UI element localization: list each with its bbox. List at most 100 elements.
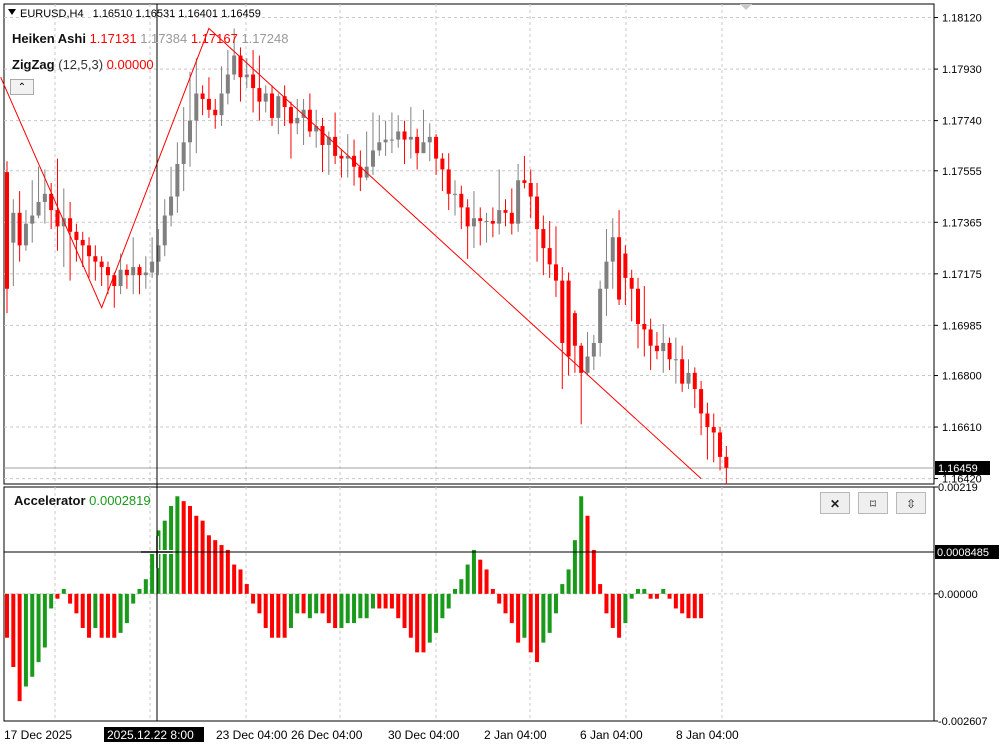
price-tick-label: 1.17930 bbox=[942, 64, 982, 76]
candle-body bbox=[516, 180, 521, 224]
candle-body bbox=[370, 150, 375, 167]
candle-body bbox=[389, 139, 394, 141]
accel-bar bbox=[326, 593, 331, 624]
accel-bar bbox=[389, 593, 394, 609]
accel-bar bbox=[137, 588, 142, 594]
ohlc-values: 1.16510 1.16531 1.16401 1.16459 bbox=[92, 8, 261, 20]
accel-bar bbox=[585, 515, 590, 594]
candle-body bbox=[427, 136, 432, 143]
accel-bar bbox=[175, 496, 180, 594]
candle-body bbox=[421, 142, 426, 154]
accel-bar bbox=[352, 593, 357, 624]
zigzag-legend[interactable]: ZigZag (12,5,3) 0.00000 bbox=[12, 57, 154, 72]
accel-bar bbox=[654, 593, 659, 599]
candle-body bbox=[339, 155, 344, 159]
candle-body bbox=[673, 359, 678, 361]
price-tick-label: 1.17365 bbox=[942, 217, 982, 229]
candle-body bbox=[415, 136, 420, 154]
accel-bar bbox=[553, 593, 558, 614]
accel-bar bbox=[516, 593, 521, 643]
symbol-label: EURUSD,H4 bbox=[20, 8, 84, 20]
candle-body bbox=[478, 218, 483, 221]
candle-body bbox=[642, 324, 647, 330]
candle-body bbox=[566, 280, 571, 357]
accel-bar bbox=[484, 569, 489, 594]
accel-bar bbox=[169, 506, 174, 594]
time-axis-label: 2 Jan 04:00 bbox=[484, 728, 547, 742]
heiken-ashi-legend[interactable]: Heiken Ashi 1.17131 1.17384 1.17167 1.17… bbox=[12, 31, 288, 46]
mt-chart-window: 1.18120 1.17930 1.17740 1.17555 1.17365 1.171… bbox=[0, 0, 1000, 749]
price-tick-label: 1.18120 bbox=[942, 13, 982, 25]
candle-body bbox=[251, 74, 256, 89]
chart-header: EURUSD,H4 1.16510 1.16531 1.16401 1.1645… bbox=[20, 8, 261, 20]
accel-bar bbox=[80, 593, 85, 628]
accel-bar bbox=[345, 593, 350, 624]
candle-body bbox=[591, 342, 596, 357]
candle-body bbox=[686, 372, 691, 384]
candle-body bbox=[124, 269, 129, 276]
accel-bar bbox=[636, 588, 640, 594]
collapse-indicators-button[interactable]: ⌃ bbox=[10, 79, 34, 95]
accel-bar bbox=[74, 593, 79, 614]
accel-bar bbox=[364, 593, 369, 619]
accel-bar bbox=[288, 593, 293, 628]
candle-body bbox=[244, 74, 249, 78]
accel-bar bbox=[617, 593, 622, 638]
accel-bar bbox=[358, 593, 363, 619]
candle-body bbox=[169, 196, 174, 216]
accel-tick-label: 0.00219 bbox=[938, 482, 978, 494]
candle-body bbox=[497, 210, 502, 224]
candle-body bbox=[93, 256, 98, 262]
accel-bar bbox=[282, 593, 287, 638]
candle-body bbox=[661, 342, 666, 352]
candle-body bbox=[459, 193, 464, 208]
candle-body bbox=[522, 180, 527, 183]
close-subwindow-button[interactable]: ✕ bbox=[820, 492, 850, 514]
candle-body bbox=[636, 288, 640, 324]
zigzag-value: 0.00000 bbox=[106, 57, 154, 72]
candle-body bbox=[17, 212, 22, 246]
candle-body bbox=[408, 136, 413, 140]
accel-bar bbox=[99, 593, 104, 638]
candle-body bbox=[699, 389, 704, 414]
price-tick-label: 1.17555 bbox=[942, 166, 982, 178]
candle-body bbox=[396, 131, 401, 140]
accel-bar bbox=[415, 593, 420, 653]
chevron-up-icon: ⌃ bbox=[17, 82, 27, 93]
accel-bar bbox=[396, 593, 401, 619]
accel-bar bbox=[421, 593, 426, 653]
candle-body bbox=[680, 359, 685, 384]
candle-body bbox=[263, 93, 268, 102]
accel-bar bbox=[320, 593, 325, 614]
candle-body bbox=[629, 277, 634, 289]
heiken-ashi-value-2: 1.17384 bbox=[140, 31, 188, 46]
candle-body bbox=[11, 212, 16, 243]
candle-body bbox=[484, 220, 489, 222]
chart-canvas[interactable]: 1.18120 1.17930 1.17740 1.17555 1.17365 1.171… bbox=[0, 0, 1000, 749]
accel-bar bbox=[61, 588, 66, 594]
price-tick-label: 1.17740 bbox=[942, 116, 982, 128]
time-axis-label: 26 Dec 04:00 bbox=[291, 728, 363, 742]
accel-bar bbox=[295, 593, 300, 614]
current-price-label: 1.16459 bbox=[938, 463, 978, 475]
accelerator-value: 0.0002819 bbox=[89, 493, 151, 508]
accel-bar bbox=[314, 593, 319, 614]
accel-bar bbox=[143, 579, 148, 594]
move-subwindow-button[interactable]: ⇳ bbox=[896, 492, 926, 514]
candle-body bbox=[295, 117, 300, 124]
candle-body bbox=[99, 261, 104, 268]
candle-body bbox=[623, 253, 628, 278]
move-icon: ⇳ bbox=[905, 497, 917, 511]
candle-body bbox=[446, 169, 451, 194]
accel-bar bbox=[579, 496, 584, 594]
time-axis-label: 30 Dec 04:00 bbox=[388, 728, 460, 742]
candle-body bbox=[402, 131, 407, 140]
time-axis-label: 23 Dec 04:00 bbox=[216, 728, 288, 742]
maximize-subwindow-button[interactable]: ⌑ bbox=[858, 492, 888, 514]
accelerator-legend[interactable]: Accelerator 0.0002819 bbox=[14, 493, 151, 508]
accel-bar bbox=[459, 579, 464, 594]
accel-bar bbox=[440, 593, 445, 619]
accel-bar bbox=[339, 593, 344, 628]
candle-body bbox=[181, 142, 186, 164]
candle-body bbox=[5, 172, 9, 289]
